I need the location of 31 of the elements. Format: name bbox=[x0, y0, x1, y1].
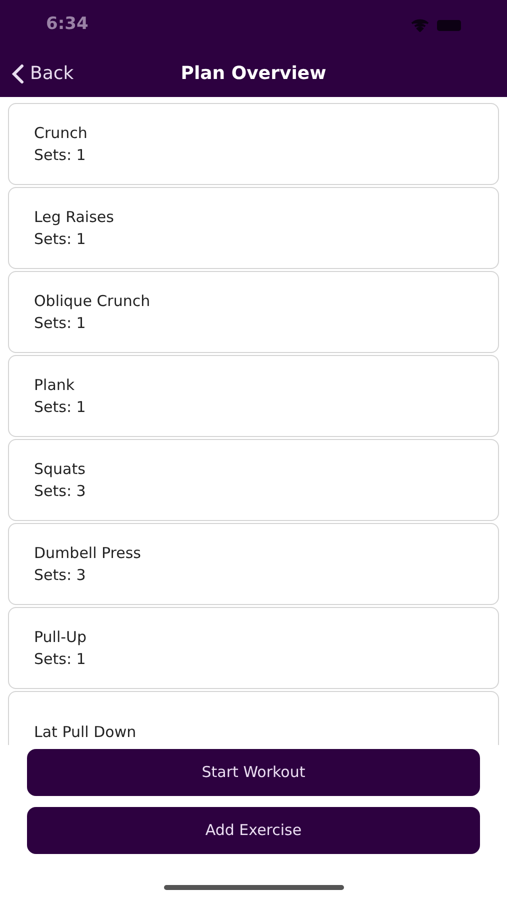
exercise-name: Plank bbox=[34, 374, 76, 396]
exercise-name: Squats bbox=[34, 458, 86, 480]
exercise-card[interactable]: Pull-Up Sets: 1 bbox=[8, 607, 499, 689]
sets-count: Sets: 1 bbox=[34, 145, 87, 166]
exercise-name: Oblique Crunch bbox=[34, 290, 152, 312]
wifi-icon bbox=[411, 18, 429, 32]
exercise-card[interactable]: Oblique Crunch Sets: 1 bbox=[8, 271, 499, 353]
exercise-card[interactable]: Leg Raises Sets: 1 bbox=[8, 187, 499, 269]
exercise-card[interactable]: Crunch Sets: 1 bbox=[8, 103, 499, 185]
sets-count: Sets: 1 bbox=[34, 229, 87, 250]
status-time: 6:34 bbox=[46, 13, 88, 36]
sets-count: Sets: 3 bbox=[34, 481, 87, 502]
exercise-card[interactable]: Plank Sets: 1 bbox=[8, 355, 499, 437]
exercise-card[interactable]: Squats Sets: 3 bbox=[8, 439, 499, 521]
screen-title: Plan Overview bbox=[180, 62, 326, 86]
exercise-card[interactable]: Lat Pull Down bbox=[8, 691, 499, 745]
exercise-name: Crunch bbox=[34, 122, 88, 144]
exercise-name: Dumbell Press bbox=[34, 542, 142, 564]
exercise-name: Pull-Up bbox=[34, 626, 88, 648]
action-button[interactable]: Add Exercise bbox=[27, 807, 480, 854]
sets-count: Sets: 1 bbox=[34, 313, 87, 334]
exercise-name: Lat Pull Down bbox=[34, 722, 138, 743]
sets-count: Sets: 1 bbox=[34, 397, 87, 418]
action-button[interactable]: Start Workout bbox=[27, 749, 480, 796]
exercise-card[interactable]: Dumbell Press Sets: 3 bbox=[8, 523, 499, 605]
sets-count: Sets: 3 bbox=[34, 565, 87, 586]
sets-count: Sets: 1 bbox=[34, 649, 87, 670]
chevron-left-icon bbox=[11, 64, 24, 84]
back-button[interactable]: Back bbox=[11, 60, 74, 87]
exercise-name: Leg Raises bbox=[34, 206, 115, 228]
battery-icon bbox=[437, 20, 461, 30]
